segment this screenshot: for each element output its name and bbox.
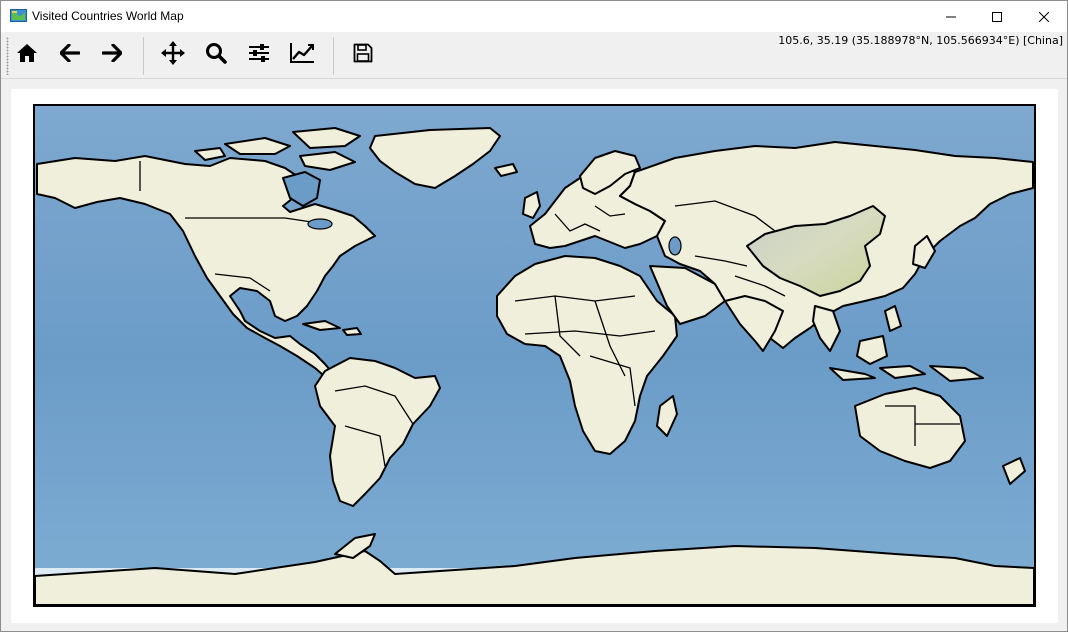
maximize-button[interactable]: [974, 1, 1020, 32]
toolbar-separator: [333, 37, 334, 75]
floppy-disk-icon: [353, 43, 373, 67]
zoom-button[interactable]: [199, 38, 233, 72]
figure-canvas[interactable]: [11, 89, 1058, 623]
home-button[interactable]: [10, 38, 44, 72]
world-map[interactable]: [35, 106, 1034, 605]
minimize-icon: [946, 12, 956, 22]
caribbean-island: [342, 327, 362, 336]
toolbar-separator: [143, 37, 144, 75]
window-title: Visited Countries World Map: [32, 9, 184, 23]
edit-axis-button[interactable]: [285, 38, 319, 72]
home-icon: [16, 43, 38, 67]
navigation-toolbar: 105.6, 35.19 (35.188978°N, 105.566934°E)…: [1, 32, 1067, 79]
minimize-button[interactable]: [928, 1, 974, 32]
title-bar[interactable]: Visited Countries World Map: [1, 1, 1067, 32]
pan-button[interactable]: [156, 38, 190, 72]
arrow-left-icon: [59, 43, 81, 66]
configure-subplots-button[interactable]: [242, 38, 276, 72]
app-icon: [10, 8, 27, 23]
sliders-icon: [248, 43, 270, 67]
save-button[interactable]: [346, 38, 380, 72]
maximize-icon: [992, 11, 1002, 22]
line-chart-icon: [289, 42, 315, 68]
close-icon: [1039, 11, 1049, 22]
back-button[interactable]: [53, 38, 87, 72]
toolbar-grip[interactable]: [6, 37, 9, 75]
app-window: Visited Countries World Map 105.6, 35.19…: [0, 0, 1068, 632]
search-icon: [205, 42, 227, 68]
close-button[interactable]: [1021, 1, 1067, 32]
forward-button[interactable]: [95, 38, 129, 72]
world-map-axes[interactable]: [33, 104, 1036, 607]
move-icon: [161, 41, 185, 69]
arrow-right-icon: [101, 43, 123, 66]
coordinate-readout: 105.6, 35.19 (35.188978°N, 105.566934°E)…: [778, 34, 1063, 47]
